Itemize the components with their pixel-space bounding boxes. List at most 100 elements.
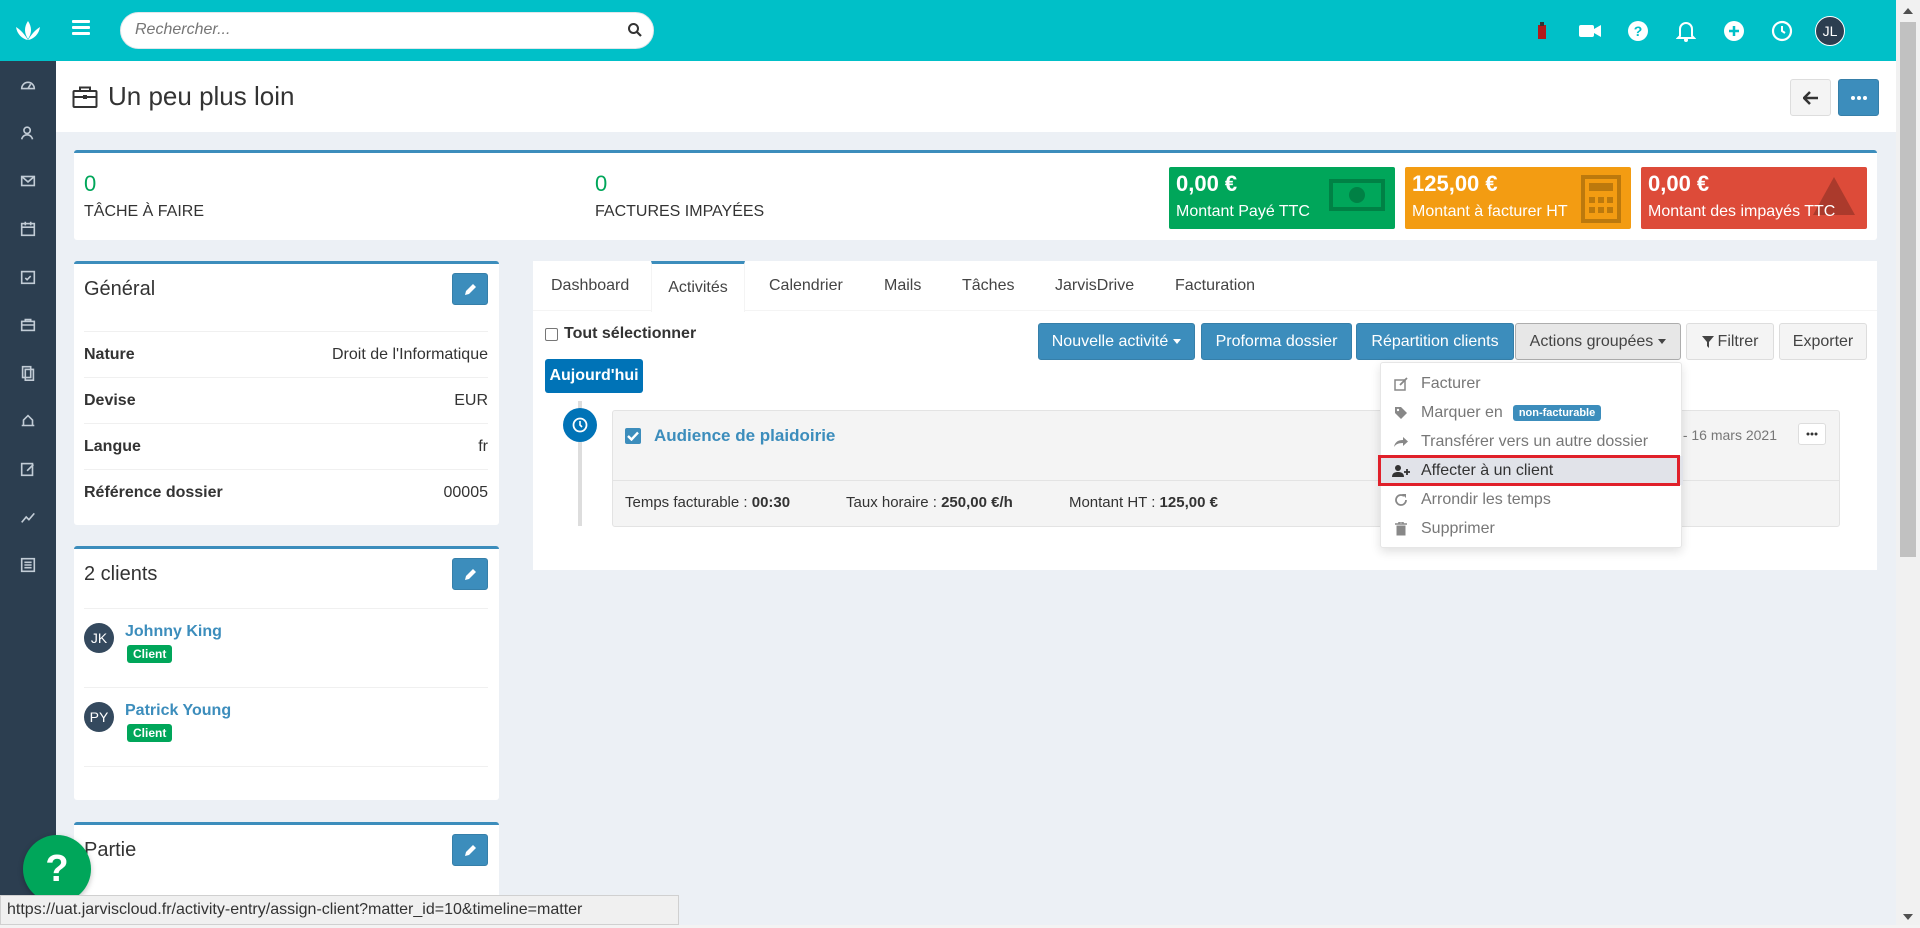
new-activity-button[interactable]: Nouvelle activité — [1038, 323, 1195, 360]
menu-item-round-times[interactable]: Arrondir les temps — [1381, 485, 1683, 514]
pencil-icon — [464, 844, 476, 856]
notifications-bell-icon[interactable] — [1662, 7, 1710, 55]
browser-status-bar: https://uat.jarviscloud.fr/activity-entr… — [0, 895, 679, 925]
more-options-button[interactable] — [1838, 79, 1879, 116]
nav-notes[interactable] — [0, 445, 56, 493]
timeline-clock-icon — [563, 408, 597, 442]
help-chat-button[interactable]: ? — [23, 835, 91, 903]
non-billable-badge: non-facturable — [1512, 404, 1602, 421]
nav-billing[interactable] — [0, 397, 56, 445]
select-all-checkbox[interactable] — [545, 327, 558, 341]
nav-dashboard[interactable] — [0, 61, 56, 109]
row-value: Droit de l'Informatique — [331, 345, 488, 363]
search-box[interactable] — [120, 12, 654, 49]
tab-jarvisdrive[interactable]: JarvisDrive — [1055, 261, 1134, 311]
tab-billing[interactable]: Facturation — [1175, 261, 1255, 311]
tab-activities[interactable]: Activités — [651, 261, 745, 312]
row-value: 00005 — [443, 483, 489, 501]
amount-ht: Montant HT : 125,00 € — [1069, 494, 1218, 511]
row-value: EUR — [454, 391, 488, 409]
filter-label: Filtrer — [1717, 332, 1759, 350]
billable-time: Temps facturable : 00:30 — [625, 494, 790, 511]
calculator-icon — [1581, 175, 1621, 223]
grouped-actions-button[interactable]: Actions groupées — [1515, 323, 1681, 360]
stat-invoices-value: 0 — [595, 171, 608, 196]
proforma-button[interactable]: Proforma dossier — [1201, 323, 1352, 360]
rate-label: Taux horaire : — [846, 494, 942, 511]
nav-documents[interactable] — [0, 349, 56, 397]
filter-button[interactable]: Filtrer — [1686, 323, 1774, 360]
scroll-thumb[interactable] — [1900, 22, 1916, 557]
client-item: JK Johnny King Client — [84, 608, 488, 687]
tab-mails[interactable]: Mails — [884, 261, 921, 311]
client-split-button[interactable]: Répartition clients — [1356, 323, 1514, 360]
back-button[interactable] — [1790, 79, 1831, 116]
help-icon[interactable]: ? — [1614, 7, 1662, 55]
menu-item-delete[interactable]: Supprimer — [1381, 514, 1683, 543]
activity-title-link[interactable]: Audience de plaidoirie — [654, 426, 835, 446]
hourly-rate: Taux horaire : 250,00 €/h — [846, 494, 1013, 511]
activity-checkbox[interactable] — [625, 428, 641, 444]
clients-box: 2 clients JK Johnny King Client PY Patri… — [74, 546, 499, 800]
edit-icon — [1393, 376, 1408, 391]
stat-invoices-label: FACTURES IMPAYÉES — [595, 203, 765, 220]
history-clock-icon[interactable] — [1758, 7, 1806, 55]
menu-item-label: Supprimer — [1421, 519, 1495, 537]
tab-dashboard[interactable]: Dashboard — [551, 261, 629, 311]
page-title: Un peu plus loin — [72, 81, 294, 112]
nav-reports[interactable] — [0, 493, 56, 541]
calendar-icon — [20, 221, 36, 237]
stat-tasks-value: 0 — [84, 171, 97, 196]
dashboard-icon — [20, 81, 36, 90]
user-menu[interactable]: JL — [1806, 7, 1854, 55]
nav-tasks[interactable] — [0, 253, 56, 301]
partie-title: Partie — [84, 839, 137, 861]
nav-mail[interactable] — [0, 157, 56, 205]
app-logo[interactable] — [0, 0, 56, 61]
activity-more-button[interactable] — [1798, 423, 1826, 445]
ellipsis-icon — [1806, 432, 1818, 436]
select-all[interactable]: Tout sélectionner — [545, 325, 696, 343]
activity-details: Temps facturable : 00:30 Taux horaire : … — [625, 494, 1270, 511]
export-button[interactable]: Exporter — [1779, 323, 1867, 360]
edit-partie-button[interactable] — [452, 834, 488, 866]
rate-value: 250,00 €/h — [941, 494, 1013, 511]
tab-tasks[interactable]: Tâches — [962, 261, 1014, 311]
nav-settings[interactable] — [0, 541, 56, 589]
user-avatar: JL — [1815, 15, 1845, 46]
scroll-down-arrow-icon[interactable] — [1903, 914, 1913, 920]
nav-calendar[interactable] — [0, 205, 56, 253]
stat-tasks[interactable]: 0 TÂCHE À FAIRE — [84, 171, 204, 221]
tasks-icon — [20, 270, 36, 285]
nav-contacts[interactable] — [0, 109, 56, 157]
client-name-link[interactable]: Johnny King — [125, 623, 222, 641]
pencil-icon — [464, 568, 476, 580]
menu-toggle-icon[interactable] — [72, 20, 90, 38]
highlight-frame — [1378, 455, 1680, 486]
add-plus-icon[interactable] — [1710, 7, 1758, 55]
client-name-link[interactable]: Patrick Young — [125, 702, 231, 720]
timer-icon[interactable] — [1518, 7, 1566, 55]
contacts-icon — [20, 126, 34, 140]
menu-item-mark-as[interactable]: Marquer en non-facturable — [1381, 398, 1683, 427]
menu-item-transfer[interactable]: Transférer vers un autre dossier — [1381, 427, 1683, 456]
nav-matters[interactable] — [0, 301, 56, 349]
edit-general-button[interactable] — [452, 273, 488, 305]
general-row: Nature Droit de l'Informatique — [84, 331, 488, 377]
menu-item-invoice[interactable]: Facturer — [1381, 369, 1683, 398]
edit-clients-button[interactable] — [452, 558, 488, 590]
menu-item-label: Transférer vers un autre dossier — [1421, 432, 1649, 450]
page-scrollbar[interactable] — [1896, 0, 1920, 928]
status-url: https://uat.jarviscloud.fr/activity-entr… — [7, 901, 583, 918]
tab-calendar[interactable]: Calendrier — [769, 261, 843, 311]
search-icon[interactable] — [627, 22, 643, 38]
general-row: Référence dossier 00005 — [84, 469, 488, 515]
select-all-label: Tout sélectionner — [564, 325, 697, 342]
search-input[interactable] — [135, 21, 615, 39]
stat-unpaid-invoices[interactable]: 0 FACTURES IMPAYÉES — [595, 171, 764, 221]
scroll-up-arrow-icon[interactable] — [1903, 8, 1913, 14]
menu-item-label: Arrondir les temps — [1421, 490, 1551, 508]
caret-down-icon — [1658, 339, 1667, 344]
video-call-icon[interactable] — [1566, 7, 1614, 55]
caret-down-icon — [1173, 339, 1182, 344]
